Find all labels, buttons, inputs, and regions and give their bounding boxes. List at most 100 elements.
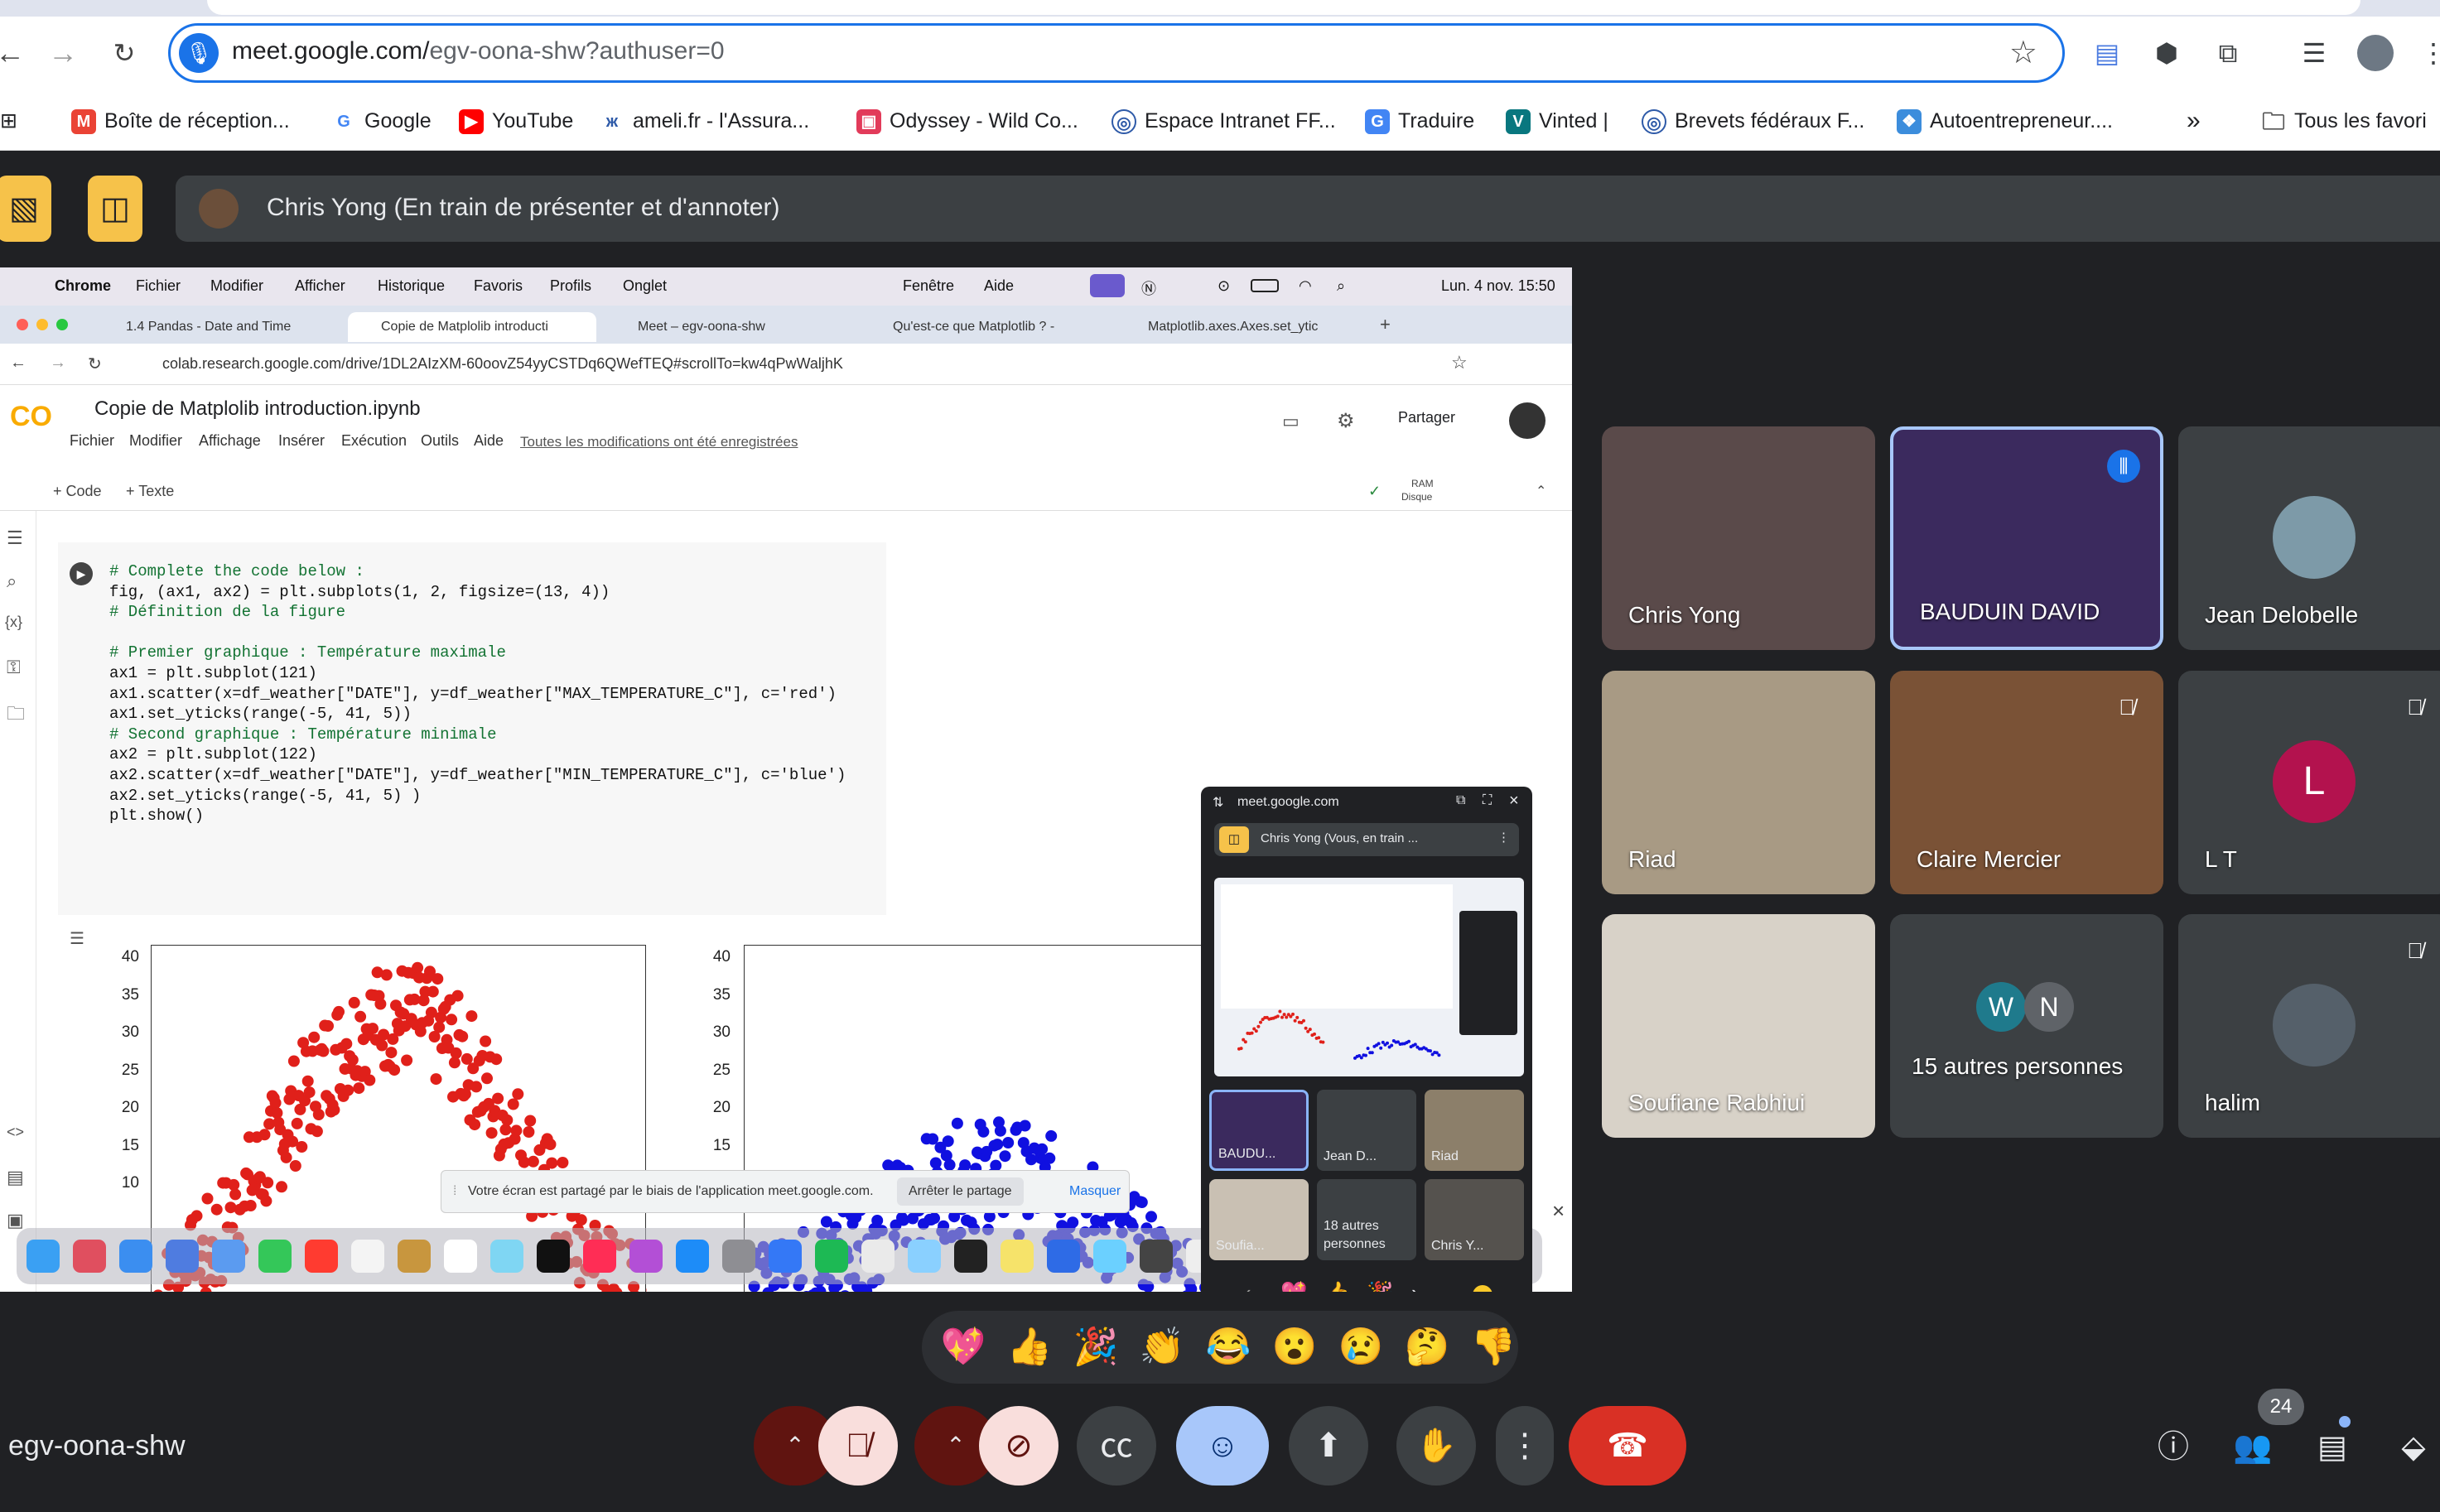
pip-layout-icon[interactable]: ◫ <box>1219 826 1249 853</box>
pip-more-icon[interactable]: ⋮ <box>1497 830 1510 845</box>
dock-app-icon[interactable] <box>676 1240 709 1273</box>
key-icon[interactable]: ⚿ <box>7 657 21 678</box>
inner-forward-icon[interactable]: → <box>50 354 66 373</box>
presenter-layout-icon[interactable]: ◫ <box>88 176 142 242</box>
media-control-icon[interactable]: ☰ <box>2296 35 2332 71</box>
dock-app-icon[interactable] <box>537 1240 570 1273</box>
dock-app-icon[interactable] <box>769 1240 802 1273</box>
dock-app-icon[interactable] <box>305 1240 338 1273</box>
mic-off-icon[interactable]: 🎙̸ <box>818 1406 898 1486</box>
search-icon[interactable]: ⌕ <box>7 571 17 592</box>
dock-app-icon[interactable] <box>351 1240 384 1273</box>
pip-reaction-party[interactable]: 🎉 <box>1367 1280 1393 1292</box>
pip-reaction-heart[interactable]: 💖 <box>1280 1280 1307 1292</box>
mac-menu-item[interactable]: Aide <box>984 277 1014 295</box>
add-code-button[interactable]: + Code <box>53 483 102 500</box>
bookmark-vinted[interactable]: V Vinted | <box>1506 104 1608 137</box>
dock-app-icon[interactable] <box>722 1240 755 1273</box>
participant-tile[interactable]: Soufiane Rabhiui <box>1602 914 1875 1138</box>
dock-app-icon[interactable] <box>583 1240 616 1273</box>
dock-app-icon[interactable] <box>1001 1240 1034 1273</box>
inner-tab[interactable]: Qu'est-ce que Matplotlib ? - <box>866 312 1098 342</box>
bookmark-ameli[interactable]: ж ameli.fr - l'Assura... <box>600 104 809 137</box>
participant-tile[interactable]: 🎙̸ halim <box>2178 914 2440 1138</box>
reload-icon[interactable]: ↻ <box>108 36 141 70</box>
new-tab-icon[interactable]: + <box>1380 314 1391 335</box>
close-window-dot[interactable] <box>17 319 28 330</box>
back-icon[interactable]: ← <box>0 36 27 70</box>
pip-popout-icon[interactable]: ⧉ <box>1456 793 1465 808</box>
mac-menu-item[interactable]: Profils <box>550 277 591 295</box>
colab-menu-item[interactable]: Insérer <box>278 432 325 450</box>
dock-app-icon[interactable] <box>861 1240 895 1273</box>
reactions-emoji-icon[interactable]: ☺ <box>1176 1406 1269 1486</box>
reaction-emoji[interactable]: 👍 <box>1005 1322 1054 1372</box>
close-notice-icon[interactable]: × <box>1552 1198 1565 1224</box>
dock-app-icon[interactable] <box>398 1240 431 1273</box>
document-extension-icon[interactable]: ▤ <box>2089 35 2125 71</box>
bookmark-intranet[interactable]: ◎ Espace Intranet FF... <box>1112 104 1336 137</box>
pip-emoji-picker-icon[interactable] <box>1473 1285 1492 1292</box>
pip-next-icon[interactable]: › <box>1411 1280 1419 1292</box>
comment-icon[interactable]: ▭ <box>1282 411 1300 432</box>
dock-app-icon[interactable] <box>166 1240 199 1273</box>
participant-tile[interactable]: Chris Yong <box>1602 426 1875 650</box>
participant-tile[interactable]: W N 15 autres personnes <box>1890 914 2163 1138</box>
minimize-window-dot[interactable] <box>36 319 48 330</box>
raise-hand-icon[interactable]: ✋ <box>1396 1406 1476 1486</box>
participant-tile[interactable]: Riad <box>1602 671 1875 894</box>
colab-menu-item[interactable]: Aide <box>474 432 504 450</box>
bookmark-odyssey[interactable]: ▣ Odyssey - Wild Co... <box>856 104 1078 137</box>
apps-grid-icon[interactable]: ⊞ <box>0 104 17 137</box>
pip-prev-icon[interactable]: ‹ <box>1244 1280 1251 1292</box>
inner-back-icon[interactable]: ← <box>10 354 27 373</box>
variables-icon[interactable]: {x} <box>5 614 22 631</box>
present-screen-icon[interactable]: ⬆ <box>1289 1406 1368 1486</box>
code-snippets-icon[interactable]: <> <box>7 1124 24 1141</box>
saved-status[interactable]: Toutes les modifications ont été enregis… <box>520 434 798 450</box>
mac-menu-item[interactable]: Historique <box>378 277 445 295</box>
participant-tile[interactable]: Jean Delobelle <box>2178 426 2440 650</box>
meeting-info-icon[interactable]: ⓘ <box>2152 1426 2195 1469</box>
menu-dots-icon[interactable]: ⋮ <box>2415 35 2440 71</box>
pip-close-icon[interactable]: × <box>1509 792 1519 811</box>
mac-menu-item[interactable]: Onglet <box>623 277 667 295</box>
maximize-window-dot[interactable] <box>56 319 68 330</box>
reaction-emoji[interactable]: 😢 <box>1336 1322 1386 1372</box>
chat-icon[interactable]: ▤ <box>2311 1426 2354 1469</box>
dock-app-icon[interactable] <box>1093 1240 1126 1273</box>
dock-app-icon[interactable] <box>629 1240 663 1273</box>
toc-icon[interactable]: ☰ <box>7 527 23 549</box>
captions-icon[interactable]: ㏄ <box>1077 1406 1156 1486</box>
bookmark-all-favorites[interactable]: 🗀 Tous les favori <box>2261 104 2427 137</box>
dock-app-icon[interactable] <box>27 1240 60 1273</box>
participant-tile[interactable]: 🎙̸ Claire Mercier <box>1890 671 2163 894</box>
inner-tab[interactable]: 1.4 Pandas - Date and Time <box>99 312 340 342</box>
hide-notice-button[interactable]: Masquer <box>1069 1184 1121 1199</box>
bookmark-gmail[interactable]: M Boîte de réception... <box>71 104 290 137</box>
command-palette-icon[interactable]: ▤ <box>7 1167 24 1188</box>
collapse-chevron-icon[interactable]: ⌃ <box>1536 483 1546 499</box>
colab-menu-item[interactable]: Outils <box>421 432 459 450</box>
bookmark-traduire[interactable]: G Traduire <box>1365 104 1474 137</box>
dock-app-icon[interactable] <box>815 1240 848 1273</box>
colab-menu-item[interactable]: Modifier <box>129 432 182 450</box>
pip-expand-icon[interactable]: ⛶ <box>1483 793 1492 808</box>
mac-menu-item[interactable]: Favoris <box>474 277 523 295</box>
puzzle-extension-icon[interactable]: ⧉ <box>2210 35 2246 71</box>
url-text[interactable]: meet.google.com/egv-oona-shw?authuser=0 <box>232 37 725 65</box>
mac-menu-item[interactable]: Afficher <box>295 277 345 295</box>
reaction-emoji[interactable]: 👎 <box>1468 1322 1518 1372</box>
files-folder-icon[interactable]: 🗀 <box>7 700 25 731</box>
mac-menu-item[interactable]: Fenêtre <box>903 277 954 295</box>
bookmark-google[interactable]: G Google <box>331 104 432 137</box>
notebook-title[interactable]: Copie de Matplolib introduction.ipynb <box>94 397 421 421</box>
inner-tab[interactable]: Meet – egv-oona-shw <box>611 312 827 342</box>
forward-icon[interactable]: → <box>46 36 80 70</box>
dock-app-icon[interactable] <box>212 1240 245 1273</box>
dock-app-icon[interactable] <box>73 1240 106 1273</box>
active-browser-tab[interactable] <box>207 0 2360 15</box>
participant-tile[interactable]: ⦀ BAUDUIN DAVID <box>1890 426 2163 650</box>
reaction-emoji[interactable]: 😮 <box>1270 1322 1319 1372</box>
dock-app-icon[interactable] <box>954 1240 987 1273</box>
